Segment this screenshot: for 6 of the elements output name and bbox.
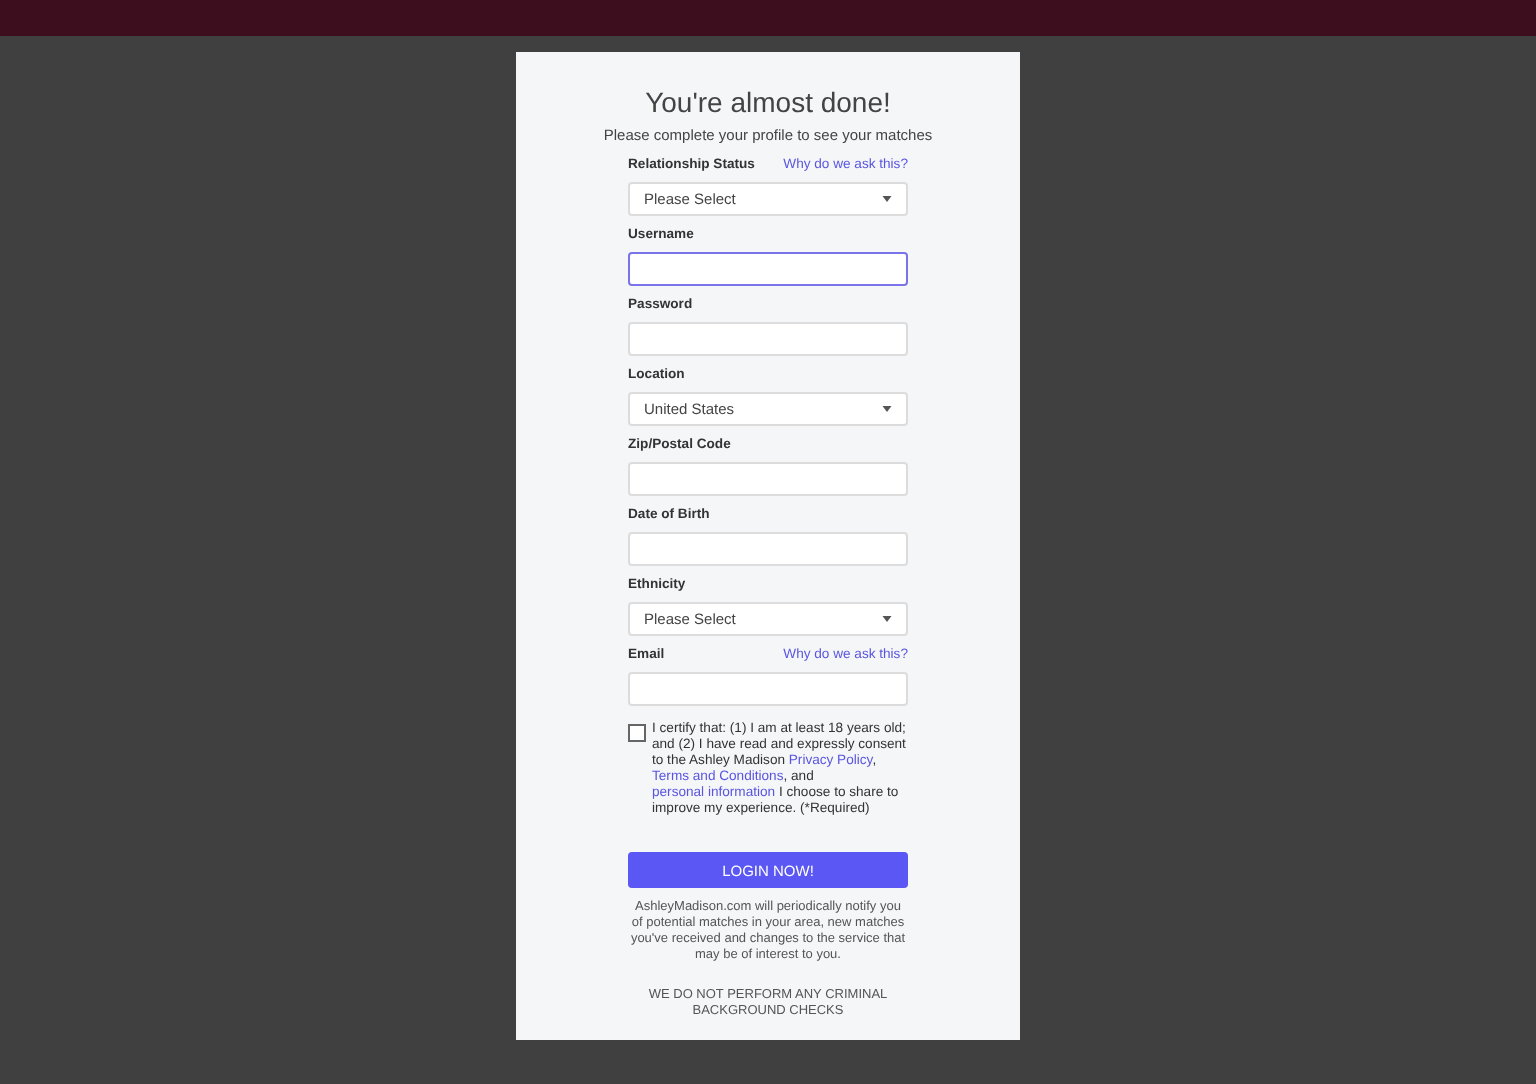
- input-field[interactable]: [628, 252, 908, 286]
- dialog-title: You're almost done!: [645, 86, 891, 118]
- checkbox[interactable]: [628, 724, 646, 742]
- caret-icon: [882, 406, 892, 412]
- caret-icon: [882, 616, 892, 622]
- caret-icon: [882, 196, 892, 202]
